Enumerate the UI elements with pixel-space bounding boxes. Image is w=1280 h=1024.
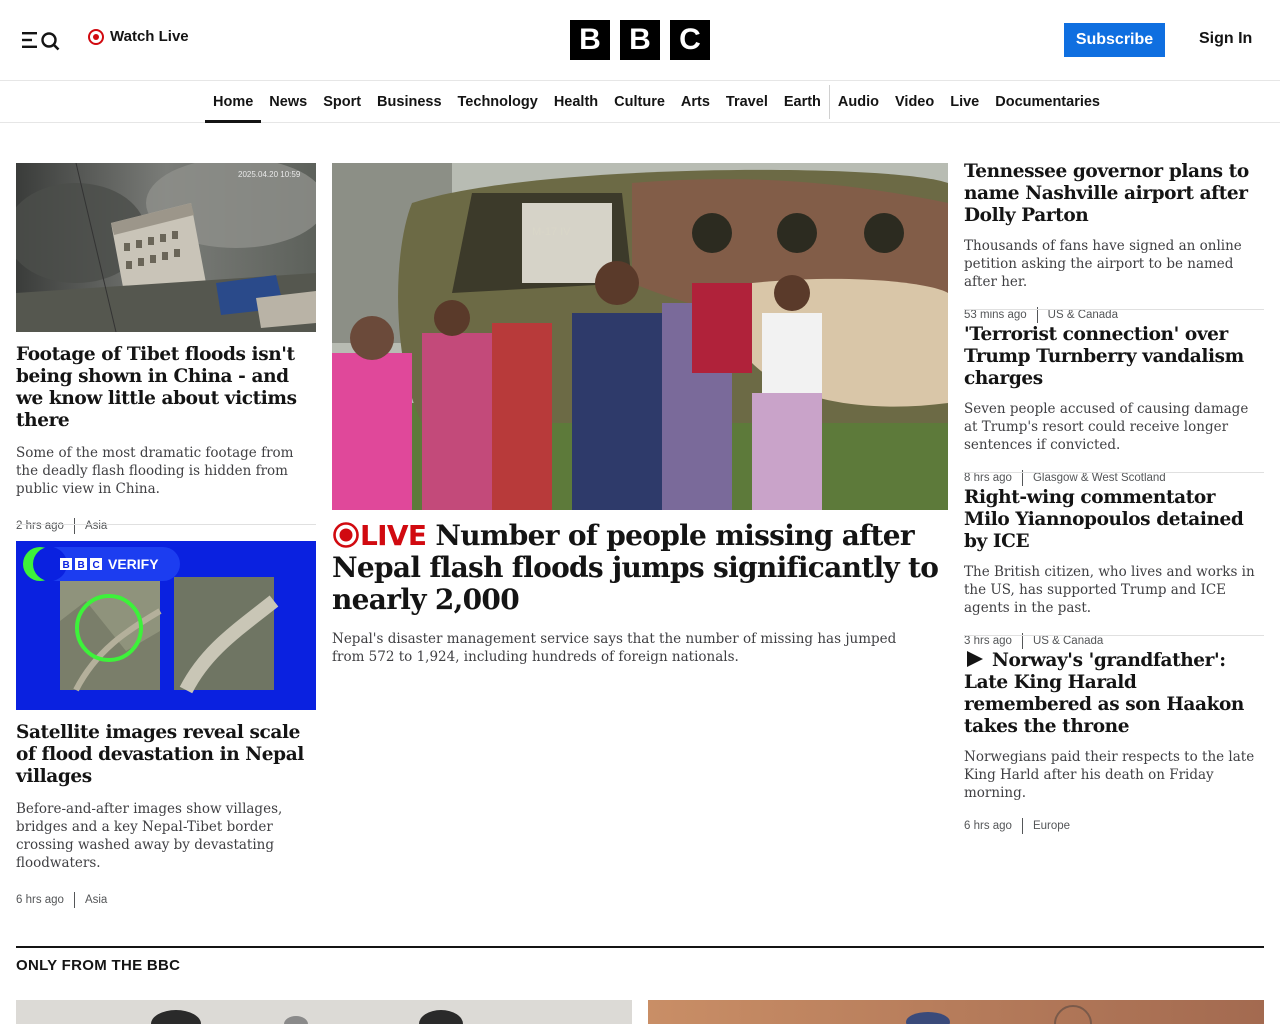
story-card[interactable]: Norway's 'grandfather': Late King Harald…: [964, 650, 1264, 834]
satellite-verify-image[interactable]: B B C VERIFY: [16, 541, 316, 710]
lead-headline[interactable]: LIVE Number of people missing after Nepa…: [332, 520, 948, 616]
menu-search-icon[interactable]: [20, 28, 62, 52]
meta-divider: [73, 518, 75, 534]
watch-live-label: Watch Live: [110, 28, 189, 45]
story-headline[interactable]: 'Terrorist connection' over Trump Turnbe…: [964, 324, 1264, 390]
story-summary: Seven people accused of causing damage a…: [964, 401, 1249, 453]
story-meta: 2 hrs ago Asia: [16, 518, 316, 534]
story-region[interactable]: Europe: [1033, 820, 1070, 832]
story-card[interactable]: B B C VERIFY Satellite images reveal sca…: [16, 541, 316, 908]
verify-badge: VERIFY: [108, 556, 159, 572]
nav-item-news[interactable]: News: [261, 81, 315, 123]
story-card[interactable]: 'Terrorist connection' over Trump Turnbe…: [964, 324, 1264, 486]
image-timestamp: 2025.04.20 10:59: [238, 170, 301, 179]
meta-divider: [1021, 818, 1023, 834]
story-time: 6 hrs ago: [964, 820, 1012, 832]
live-label: LIVE: [360, 519, 427, 552]
story-time: 53 mins ago: [964, 309, 1027, 321]
svg-text:C: C: [93, 560, 100, 571]
nav-item-live[interactable]: Live: [942, 81, 987, 123]
divider: [964, 309, 1264, 310]
svg-text:B: B: [63, 560, 70, 571]
nepal-helicopter-image[interactable]: M-17 IV: [332, 163, 948, 510]
nav-item-health[interactable]: Health: [546, 81, 606, 123]
story-meta: 6 hrs ago Asia: [16, 892, 316, 908]
story-region[interactable]: US & Canada: [1033, 635, 1103, 647]
story-summary: Norwegians paid their respects to the la…: [964, 749, 1255, 801]
story-headline-text: Norway's 'grandfather': Late King Harald…: [964, 650, 1244, 737]
logo-letter: B: [620, 20, 660, 60]
nav-item-video[interactable]: Video: [887, 81, 942, 123]
nav-item-technology[interactable]: Technology: [450, 81, 546, 123]
nav-item-earth[interactable]: Earth: [776, 81, 829, 123]
meta-divider: [73, 892, 75, 908]
watch-live-link[interactable]: Watch Live: [88, 28, 189, 45]
story-card[interactable]: Tennessee governor plans to name Nashvil…: [964, 161, 1264, 323]
lead-story[interactable]: M-17 IV LIVE Number of people missing af…: [332, 163, 948, 666]
story-region[interactable]: Glasgow & West Scotland: [1033, 472, 1166, 484]
story-card[interactable]: 2025.04.20 10:59 Footage of Tibet floods…: [16, 163, 316, 534]
story-summary: The British citizen, who lives and works…: [964, 564, 1255, 616]
tibet-floods-image[interactable]: 2025.04.20 10:59: [16, 163, 316, 332]
story-meta: 6 hrs ago Europe: [964, 818, 1264, 834]
bbc-logo[interactable]: B B C: [570, 20, 710, 60]
video-play-icon: [967, 651, 983, 667]
story-headline[interactable]: Right-wing commentator Milo Yiannopoulos…: [964, 487, 1264, 553]
story-headline[interactable]: Norway's 'grandfather': Late King Harald…: [964, 650, 1264, 738]
nav-item-travel[interactable]: Travel: [718, 81, 776, 123]
divider: [16, 524, 316, 525]
nav-item-business[interactable]: Business: [369, 81, 449, 123]
story-time: 6 hrs ago: [16, 894, 64, 906]
story-summary: Before-and-after images show villages, b…: [16, 801, 283, 871]
live-record-icon: [88, 28, 104, 45]
site-header: Watch Live B B C Subscribe Sign In: [0, 0, 1280, 81]
story-headline[interactable]: Satellite images reveal scale of flood d…: [16, 722, 316, 788]
divider: [964, 472, 1264, 473]
live-badge: LIVE: [332, 519, 427, 552]
nav-item-documentaries[interactable]: Documentaries: [987, 81, 1108, 123]
story-card[interactable]: Right-wing commentator Milo Yiannopoulos…: [964, 487, 1264, 649]
story-region[interactable]: Asia: [85, 894, 107, 906]
story-region[interactable]: Asia: [85, 520, 107, 532]
live-icon: [333, 522, 359, 548]
story-headline[interactable]: Tennessee governor plans to name Nashvil…: [964, 161, 1264, 227]
story-time: 8 hrs ago: [964, 472, 1012, 484]
story-summary: Some of the most dramatic footage from t…: [16, 445, 294, 497]
story-time: 3 hrs ago: [964, 635, 1012, 647]
section-divider: [16, 946, 1264, 948]
subscribe-button[interactable]: Subscribe: [1064, 23, 1165, 57]
section-story-image[interactable]: [16, 1000, 632, 1024]
section-story-image[interactable]: [648, 1000, 1264, 1024]
story-time: 2 hrs ago: [16, 520, 64, 532]
svg-text:B: B: [78, 560, 85, 571]
nav-item-arts[interactable]: Arts: [673, 81, 718, 123]
divider: [964, 635, 1264, 636]
nav-item-home[interactable]: Home: [205, 81, 262, 123]
logo-letter: C: [670, 20, 710, 60]
main-nav: Home News Sport Business Technology Heal…: [0, 81, 1280, 123]
logo-letter: B: [570, 20, 610, 60]
section-title: ONLY FROM THE BBC: [16, 957, 181, 974]
sign-in-link[interactable]: Sign In: [1199, 30, 1252, 48]
helicopter-marking: M-17 IV: [532, 226, 571, 238]
story-headline[interactable]: Footage of Tibet floods isn't being show…: [16, 344, 316, 432]
nav-item-culture[interactable]: Culture: [606, 81, 673, 123]
nav-item-audio[interactable]: Audio: [830, 81, 887, 123]
story-region[interactable]: US & Canada: [1048, 309, 1118, 321]
nav-item-sport[interactable]: Sport: [315, 81, 369, 123]
lead-summary: Nepal's disaster management service says…: [332, 631, 897, 665]
story-summary: Thousands of fans have signed an online …: [964, 238, 1242, 290]
